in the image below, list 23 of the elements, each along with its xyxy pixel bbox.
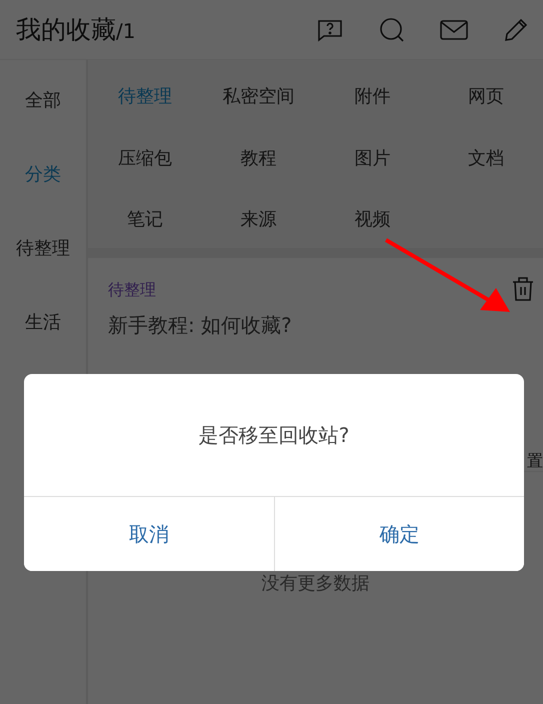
sidebar-item[interactable]: 生活: [0, 282, 86, 356]
category-tab[interactable]: 压缩包: [118, 144, 172, 174]
action-label[interactable]: 置: [527, 450, 543, 470]
dialog-button[interactable]: 确定: [274, 497, 524, 571]
category-tab[interactable]: 笔记: [126, 205, 163, 236]
category-tab[interactable]: 私密空间: [222, 82, 295, 113]
item-title[interactable]: 新手教程: 如何收藏?: [108, 310, 523, 340]
category-tab[interactable]: 网页: [468, 82, 504, 113]
category-tab[interactable]: 来源: [240, 205, 277, 236]
category-tab[interactable]: 图片: [354, 144, 390, 174]
trash-icon[interactable]: [511, 276, 535, 302]
no-more-text: 没有更多数据: [260, 572, 370, 596]
category-tab[interactable]: 视频: [354, 205, 390, 236]
sidebar-item[interactable]: 全部: [0, 60, 86, 134]
item-tag: 待整理: [108, 278, 523, 302]
category-tab[interactable]: 文档: [468, 144, 504, 174]
sidebar-item[interactable]: 待整理: [0, 208, 86, 282]
item-count: /1: [116, 18, 136, 45]
sidebar-item[interactable]: 分类: [0, 134, 86, 208]
category-tab[interactable]: 待整理: [118, 82, 172, 113]
category-tab[interactable]: 教程: [240, 144, 277, 174]
page-title: 我的收藏: [16, 14, 116, 46]
category-tab[interactable]: 附件: [354, 82, 390, 113]
